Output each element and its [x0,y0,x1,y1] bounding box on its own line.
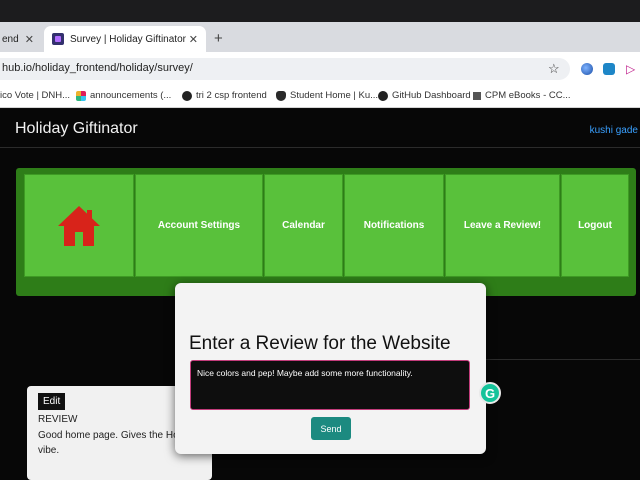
bookmark-label: announcements (... [90,90,172,101]
github-icon [378,90,388,101]
browser-tab-active[interactable]: Survey | Holiday Giftinator ✕ [44,26,206,52]
send-button[interactable]: Send [311,417,351,440]
github-icon [182,90,192,101]
url-input[interactable]: hub.io/holiday_frontend/holiday/survey/ [0,58,570,80]
nav-home-button[interactable] [24,174,134,277]
slack-icon [76,90,86,101]
tab-title: end [2,33,19,45]
extension-icon[interactable] [603,63,615,75]
bookmark-label: ico Vote | DNH... [0,90,71,101]
bookmark-item[interactable]: CPM eBooks - CC... [473,90,571,101]
nav-leave-review[interactable]: Leave a Review! [445,174,560,277]
bookmarks-bar: ico Vote | DNH... announcements (... tri… [0,86,640,108]
browser-tab[interactable]: end ✕ [0,26,42,52]
person-icon [276,90,286,101]
address-bar: hub.io/holiday_frontend/holiday/survey/ … [0,52,640,86]
bookmark-item[interactable]: Student Home | Ku... [276,90,378,101]
extension-globe-icon[interactable] [581,63,593,75]
nav-logout[interactable]: Logout [561,174,629,277]
bookmark-label: Student Home | Ku... [290,90,379,101]
bookmark-item[interactable]: tri 2 csp frontend [182,90,267,101]
site-favicon-icon [52,33,64,45]
review-modal: Enter a Review for the Website Nice colo… [175,283,486,454]
review-textarea[interactable]: Nice colors and pep! Maybe add some more… [190,360,470,410]
page-content: Holiday Giftinator kushi gade Account Se… [0,109,640,480]
bookmark-star-icon[interactable]: ☆ [548,61,560,77]
edit-button[interactable]: Edit [38,393,66,410]
bookmark-label: tri 2 csp frontend [196,90,267,101]
modal-title: Enter a Review for the Website [189,333,451,354]
bookmark-label: GitHub Dashboard [392,90,471,101]
user-link[interactable]: kushi gade [590,125,638,136]
header-divider [0,147,640,148]
site-title[interactable]: Holiday Giftinator [15,120,138,138]
bookmark-item[interactable]: GitHub Dashboard [378,90,471,101]
bookmark-label: CPM eBooks - CC... [485,90,571,101]
cpm-icon [473,91,481,100]
grammarly-icon[interactable]: G [479,382,501,404]
nav-calendar[interactable]: Calendar [264,174,343,277]
review-heading: REVIEW [38,414,78,425]
extension-arrow-icon[interactable]: ▷ [626,62,635,76]
close-icon[interactable]: ✕ [189,33,198,46]
close-icon[interactable]: ✕ [25,33,34,46]
nav-bar: Account Settings Calendar Notifications … [16,168,636,296]
nav-account-settings[interactable]: Account Settings [135,174,263,277]
browser-tab-bar: end ✕ Survey | Holiday Giftinator ✕ + [0,0,640,52]
tab-title: Survey | Holiday Giftinator [70,33,186,45]
new-tab-plus-icon[interactable]: + [214,30,223,47]
bookmark-item[interactable]: announcements (... [76,90,171,101]
bookmark-item[interactable]: ico Vote | DNH... [0,90,70,101]
house-icon [58,205,100,246]
nav-notifications[interactable]: Notifications [344,174,444,277]
